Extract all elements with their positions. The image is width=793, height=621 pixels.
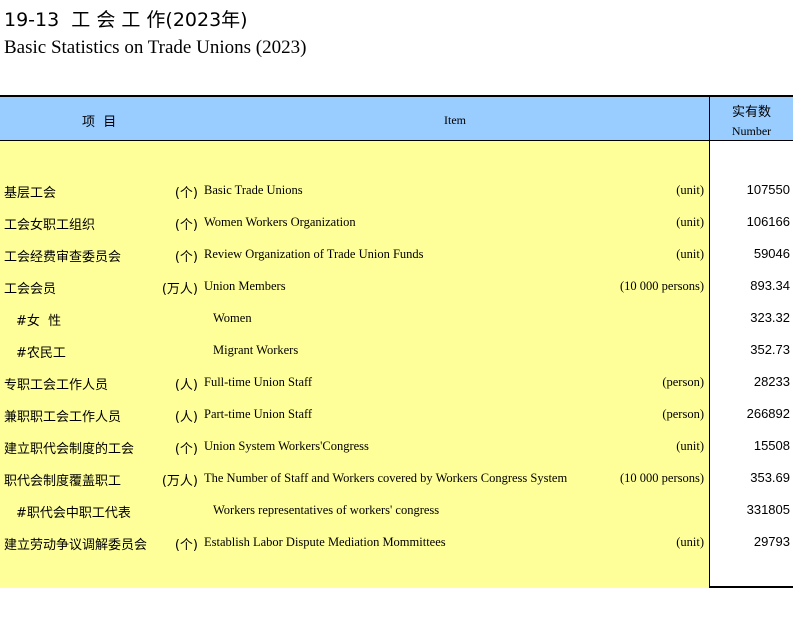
row-value: 323.32 [750, 310, 790, 325]
table-row: 建立职代会制度的工会 (个) Union System Workers'Cong… [0, 438, 793, 470]
row-label-english: Basic Trade Unions [204, 183, 303, 197]
row-unit-english: (unit) [676, 439, 704, 453]
table-row: 专职工会工作人员 (人) Full-time Union Staff (pers… [0, 374, 793, 406]
row-value: 29793 [753, 534, 790, 549]
row-label-chinese: 工会会员 [4, 282, 57, 297]
page-title-english: Basic Statistics on Trade Unions (2023) [4, 37, 307, 58]
table-row: 基层工会 (个) Basic Trade Unions (unit) 10755… [0, 182, 793, 214]
row-label-english: Part-time Union Staff [204, 407, 313, 421]
table-row: #农民工 Migrant Workers 352.73 [0, 342, 793, 374]
header-item-chinese: 项 目 [82, 115, 117, 130]
row-unit-chinese: (万人) [161, 282, 198, 297]
table-header: 项 目 Item 实有数 Number [0, 97, 793, 141]
row-unit-english: (unit) [676, 247, 704, 261]
row-unit-chinese: (个) [174, 442, 198, 457]
row-label-chinese: 工会女职工组织 [4, 218, 96, 233]
row-label-chinese: 兼职职工会工作人员 [4, 410, 122, 425]
header-number-chinese: 实有数 [731, 105, 771, 120]
row-label-chinese: 专职工会工作人员 [4, 378, 109, 393]
table-row: #职代会中职工代表 Workers representatives of wor… [0, 502, 793, 534]
row-unit-english: (unit) [676, 183, 704, 197]
row-label-chinese: #农民工 [16, 346, 66, 361]
table-row: 工会经费审查委员会 (个) Review Organization of Tra… [0, 246, 793, 278]
row-unit-chinese: (人) [174, 378, 198, 393]
row-label-english: Establish Labor Dispute Mediation Mommit… [204, 535, 446, 549]
row-value: 353.69 [750, 470, 790, 485]
row-label-chinese: 建立职代会制度的工会 [4, 442, 135, 457]
row-value: 106166 [746, 214, 790, 229]
row-label-english: Full-time Union Staff [204, 375, 313, 389]
row-label-chinese: 建立劳动争议调解委员会 [4, 538, 148, 553]
row-unit-chinese: (人) [174, 410, 198, 425]
row-unit-english: (unit) [676, 215, 704, 229]
table-row: 兼职职工会工作人员 (人) Part-time Union Staff (per… [0, 406, 793, 438]
row-unit-english: (person) [662, 407, 704, 421]
row-value: 28233 [753, 374, 790, 389]
page-title-chinese: 19-13 工 会 工 作(2023年) [4, 9, 248, 31]
row-value: 15508 [753, 438, 790, 453]
row-label-english: Women [213, 311, 252, 325]
row-label-english: Women Workers Organization [204, 215, 356, 229]
row-label-chinese: 基层工会 [4, 186, 57, 201]
row-value: 352.73 [750, 342, 790, 357]
table-row: #女 性 Women 323.32 [0, 310, 793, 342]
row-value: 893.34 [750, 278, 790, 293]
row-unit-english: (person) [662, 375, 704, 389]
row-label-chinese: 工会经费审查委员会 [4, 250, 122, 265]
row-label-english: Workers representatives of workers' cong… [213, 503, 440, 517]
row-unit-chinese: (个) [174, 186, 198, 201]
row-label-chinese: #职代会中职工代表 [16, 506, 131, 521]
row-value: 331805 [746, 502, 790, 517]
row-label-english: Union System Workers'Congress [204, 439, 369, 453]
row-label-english: The Number of Staff and Workers covered … [204, 471, 568, 485]
header-number-english: Number [731, 124, 772, 138]
row-value: 266892 [746, 406, 790, 421]
statistics-table: 项 目 Item 实有数 Number 基层工会 (个) Basic Trade… [0, 95, 793, 588]
row-value: 107550 [746, 182, 790, 197]
row-unit-chinese: (个) [174, 538, 198, 553]
row-label-english: Migrant Workers [213, 343, 299, 357]
row-value: 59046 [753, 246, 790, 261]
header-item-english: Item [444, 113, 466, 127]
row-unit-chinese: (个) [174, 250, 198, 265]
row-label-english: Review Organization of Trade Union Funds [204, 247, 424, 261]
row-label-chinese: #女 性 [16, 314, 62, 329]
table-row: 工会会员 (万人) Union Members (10 000 persons)… [0, 278, 793, 310]
row-unit-english: (unit) [676, 535, 704, 549]
table-row: 职代会制度覆盖职工 (万人) The Number of Staff and W… [0, 470, 793, 502]
row-unit-chinese: (个) [174, 218, 198, 233]
row-label-english: Union Members [204, 279, 286, 293]
table-row: 工会女职工组织 (个) Women Workers Organization (… [0, 214, 793, 246]
row-unit-english: (10 000 persons) [619, 471, 704, 485]
row-label-chinese: 职代会制度覆盖职工 [4, 474, 122, 489]
row-unit-chinese: (万人) [161, 474, 198, 489]
row-unit-english: (10 000 persons) [619, 279, 704, 293]
table-row: 建立劳动争议调解委员会 (个) Establish Labor Dispute … [0, 534, 793, 566]
